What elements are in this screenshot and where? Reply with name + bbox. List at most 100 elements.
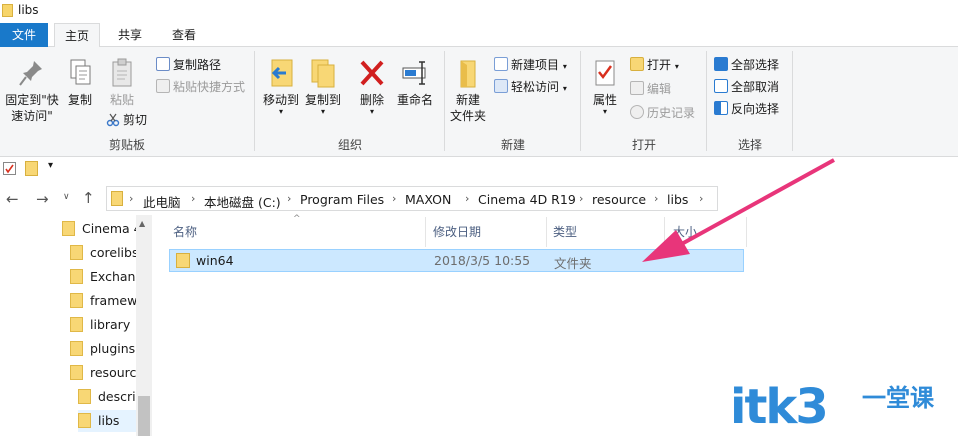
folder-icon [70, 245, 83, 260]
rename-label: 重命名 [396, 93, 433, 107]
scissors-icon [106, 113, 120, 127]
cut-label: 剪切 [123, 113, 148, 127]
customize-toolbar-icon[interactable]: ▾ [48, 160, 53, 171]
nav-item-resource[interactable]: resource [70, 362, 136, 384]
breadcrumb-chevron-icon[interactable]: › [191, 192, 195, 205]
tab-view[interactable]: 查看 [160, 23, 208, 47]
clipboard-paste-icon [107, 57, 137, 89]
easy-access-button[interactable]: 轻松访问 ▾ [494, 78, 567, 96]
forward-arrow-icon[interactable]: → [36, 190, 49, 208]
delete-label: 删除 [359, 93, 384, 107]
breadcrumb-chevron-icon[interactable]: › [129, 192, 133, 205]
nav-item-label: corelibs [90, 245, 136, 260]
breadcrumb-chevron-icon[interactable]: › [392, 192, 396, 205]
edit-pencil-icon [630, 81, 644, 95]
paste-label: 粘贴 [109, 93, 134, 107]
nav-item-label: Exchang [90, 269, 136, 284]
nav-item-label: Cinema 4 [82, 221, 136, 236]
folder-icon [78, 413, 91, 428]
paste-button[interactable]: 粘贴 [104, 57, 140, 108]
breadcrumb-chevron-icon[interactable]: › [465, 192, 469, 205]
pin-label-2: 速访问" [11, 109, 53, 123]
paste-shortcut-button[interactable]: 粘贴快捷方式 [156, 78, 245, 96]
column-name[interactable]: 名称 [173, 223, 197, 240]
folder-icon [176, 253, 190, 268]
ribbon-divider [792, 51, 793, 151]
new-item-button[interactable]: 新建项目 ▾ [494, 56, 567, 74]
nav-item-description[interactable]: descrip [78, 386, 136, 408]
back-arrow-icon[interactable]: ← [6, 190, 19, 208]
new-group-label: 新建 [500, 138, 525, 152]
edit-button[interactable]: 编辑 [630, 80, 671, 98]
copy-to-icon [308, 57, 338, 89]
rename-button[interactable]: 重命名 [394, 57, 436, 108]
breadcrumb-maxon[interactable]: MAXON [405, 192, 451, 207]
open-button[interactable]: 打开 ▾ [630, 56, 679, 74]
delete-button[interactable]: 删除 ▾ [354, 57, 390, 116]
copy-button[interactable]: 复制 [62, 57, 98, 108]
new-folder-label-1: 新建 [455, 93, 480, 107]
window-title: libs [18, 3, 39, 17]
nav-item-exchange[interactable]: Exchang [70, 266, 136, 288]
history-icon [630, 105, 644, 119]
breadcrumb-chevron-icon[interactable]: › [579, 192, 583, 205]
properties-check-icon[interactable] [3, 162, 16, 175]
paste-shortcut-icon [156, 79, 170, 93]
scroll-up-icon[interactable]: ▲ [139, 219, 145, 228]
copy-path-icon [156, 57, 170, 71]
column-modified[interactable]: 修改日期 [433, 223, 481, 240]
recent-chevron-down-icon[interactable]: ∨ [63, 192, 70, 202]
up-arrow-icon[interactable]: ↑ [82, 189, 95, 207]
breadcrumb-chevron-icon[interactable]: › [287, 192, 291, 205]
copy-path-button[interactable]: 复制路径 [156, 56, 221, 74]
ribbon: 固定到"快 速访问" 复制 粘贴 复制路径 粘贴快捷方式 剪切 剪贴板 移动到 … [0, 47, 958, 157]
new-item-icon [494, 57, 508, 71]
nav-item-libs[interactable]: libs [78, 410, 136, 432]
invert-selection-button[interactable]: 反向选择 [714, 100, 779, 118]
organize-group: 移动到 ▾ 复制到 ▾ 删除 ▾ 重命名 组织 [256, 47, 444, 157]
move-to-button[interactable]: 移动到 ▾ [260, 57, 302, 116]
nav-item-label: libs [98, 413, 120, 428]
history-button[interactable]: 历史记录 [630, 104, 695, 122]
folder-icon [62, 221, 75, 236]
breadcrumb-local-disk[interactable]: 本地磁盘 (C:) [204, 192, 281, 211]
breadcrumb-cinema4d[interactable]: Cinema 4D R19 [478, 192, 576, 207]
column-type[interactable]: 类型 [553, 223, 577, 240]
new-folder-button[interactable]: 新建 文件夹 [448, 57, 488, 124]
tab-file[interactable]: 文件 [0, 23, 48, 47]
easy-access-icon [494, 79, 508, 93]
nav-item-framework[interactable]: framewo [70, 290, 136, 312]
select-all-button[interactable]: 全部选择 [714, 56, 779, 74]
new-folder-icon[interactable] [25, 161, 38, 176]
file-modified: 2018/3/5 10:55 [434, 253, 531, 268]
properties-label: 属性 [592, 93, 617, 107]
select-all-label: 全部选择 [731, 58, 780, 72]
folder-icon [70, 293, 83, 308]
nav-item-plugins[interactable]: plugins [70, 338, 136, 360]
open-label: 打开 [647, 58, 672, 72]
cut-button[interactable]: 剪切 [106, 111, 147, 129]
column-divider[interactable] [546, 217, 547, 247]
title-bar: libs [0, 0, 958, 22]
nav-scrollbar-thumb[interactable] [138, 396, 150, 436]
breadcrumb-this-pc[interactable]: 此电脑 [143, 192, 181, 211]
nav-item-corelibs[interactable]: corelibs [70, 242, 136, 264]
breadcrumb-program-files[interactable]: Program Files [300, 192, 384, 207]
properties-button[interactable]: 属性 ▾ [586, 57, 624, 116]
open-folder-icon [630, 57, 644, 71]
column-divider[interactable] [425, 217, 426, 247]
tab-home[interactable]: 主页 [54, 23, 100, 48]
nav-item-cinema4d[interactable]: Cinema 4 [62, 218, 136, 240]
pin-quick-access-button[interactable]: 固定到"快 速访问" [2, 57, 62, 124]
history-label: 历史记录 [647, 106, 696, 120]
copy-to-button[interactable]: 复制到 ▾ [302, 57, 344, 116]
ribbon-divider [706, 51, 707, 151]
new-folder-label-2: 文件夹 [449, 109, 486, 123]
select-none-button[interactable]: 全部取消 [714, 78, 779, 96]
nav-item-library[interactable]: library [70, 314, 136, 336]
nav-item-label: library [90, 317, 131, 332]
folder-icon [70, 341, 83, 356]
select-none-icon [714, 79, 728, 93]
tab-share[interactable]: 共享 [106, 23, 154, 47]
copy-to-label: 复制到 [304, 93, 341, 107]
